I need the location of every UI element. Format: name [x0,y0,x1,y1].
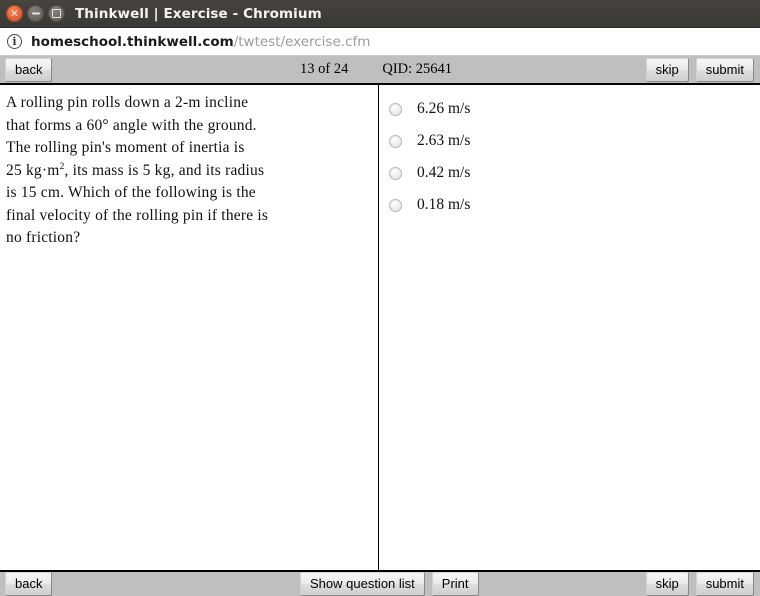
radio-button-icon[interactable] [389,134,402,148]
submit-button-top[interactable]: submit [695,57,754,82]
answer-option[interactable]: 6.26 m/s [379,93,760,125]
answer-option[interactable]: 0.42 m/s [379,157,760,189]
answer-option[interactable]: 2.63 m/s [379,125,760,157]
show-question-list-button[interactable]: Show question list [300,572,425,596]
maximize-icon[interactable] [48,5,65,22]
skip-button-top[interactable]: skip [645,57,689,82]
skip-button-bottom[interactable]: skip [645,572,689,596]
print-button[interactable]: Print [431,572,479,596]
question-line-5: is 15 cm. Which of the following is the [6,184,256,201]
radio-button-icon[interactable] [389,166,402,180]
exercise-top-toolbar: back 13 of 24 QID: 25641 skip submit [0,56,760,85]
answer-label: 6.26 m/s [417,100,471,117]
site-info-icon[interactable]: i [7,34,22,49]
exercise-bottom-toolbar: back Show question list Print skip submi… [0,570,760,596]
question-text: A rolling pin rolls down a 2-m incline t… [6,92,369,250]
answer-option[interactable]: 0.18 m/s [379,189,760,221]
question-line-6: final velocity of the rolling pin if the… [6,206,269,224]
radio-button-icon[interactable] [389,102,402,116]
question-line-3: The rolling pin's moment of inertia is [6,139,245,156]
question-pane: A rolling pin rolls down a 2-m incline t… [0,85,377,250]
close-glyph: × [9,6,20,20]
answer-label: 0.18 m/s [417,196,471,213]
bottom-toolbar-center-actions: Show question list Print [300,572,479,596]
top-toolbar-actions: skip submit [645,57,754,82]
radio-button-icon[interactable] [389,198,402,212]
minimize-glyph [31,12,40,14]
question-line-7: no friction? [6,229,81,246]
minimize-icon[interactable] [27,5,44,22]
question-line-1: A rolling pin rolls down a 2-m incline [6,94,249,111]
address-bar[interactable]: i homeschool.thinkwell.com/twtest/exerci… [0,28,760,56]
bottom-toolbar-actions: skip submit [645,572,754,596]
maximize-glyph [52,9,61,18]
url-path: /twtest/exercise.cfm [233,33,371,50]
submit-button-bottom[interactable]: submit [695,572,754,596]
question-progress-label: 13 of 24 [300,61,349,77]
question-line-4a: 25 kg·m [6,161,60,179]
url-domain: homeschool.thinkwell.com [31,33,234,50]
window-controls: × [6,5,65,22]
answer-label: 0.42 m/s [417,164,471,181]
window-titlebar: × Thinkwell | Exercise - Chromium [0,0,760,28]
question-status-group: 13 of 24 QID: 25641 [300,61,452,78]
question-id-label: QID: 25641 [382,61,453,77]
browser-window: × Thinkwell | Exercise - Chromium i home… [0,0,760,596]
close-icon[interactable]: × [6,5,23,22]
question-line-4b: , its mass is 5 kg, and its radius [64,161,265,179]
window-title: Thinkwell | Exercise - Chromium [75,5,322,22]
back-button-top[interactable]: back [5,57,53,82]
answer-label: 2.63 m/s [417,132,471,149]
exercise-content: A rolling pin rolls down a 2-m incline t… [0,85,760,570]
pane-divider [378,85,379,570]
url-text: homeschool.thinkwell.com/twtest/exercise… [31,34,370,50]
answers-pane: 6.26 m/s 2.63 m/s 0.42 m/s 0.18 m/s [379,85,760,221]
question-line-2: that forms a 60° angle with the ground. [6,116,257,134]
back-button-bottom[interactable]: back [5,572,53,596]
